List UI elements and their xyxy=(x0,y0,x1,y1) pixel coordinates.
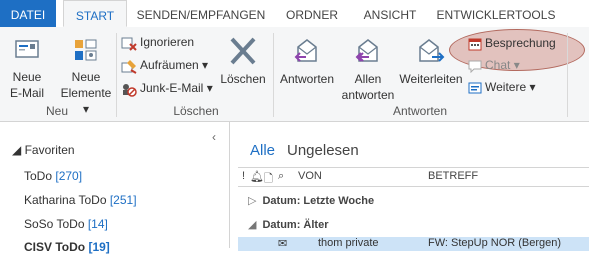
chevron-down-icon: ▾ xyxy=(513,58,520,72)
delete-button[interactable]: Löschen xyxy=(218,37,268,87)
message-list: Alle Ungelesen ! 🔔︎ 🗋 ⌕ VON BETREFF ▷ Dat… xyxy=(229,122,589,251)
more-icon xyxy=(468,82,482,94)
cleanup-button[interactable]: Aufräumen ▾ xyxy=(121,55,208,75)
column-from[interactable]: VON xyxy=(298,170,322,182)
junk-email-button[interactable]: Junk-E-Mail ▾ xyxy=(121,78,213,98)
group-divider xyxy=(273,33,274,117)
reminder-col-icon[interactable]: 🔔︎ xyxy=(250,170,264,183)
group-label-neu: Neu xyxy=(45,104,68,118)
doc-col-icon[interactable]: 🗋 xyxy=(264,170,273,189)
new-email-label-1: Neue xyxy=(12,70,42,84)
meeting-label: Besprechung xyxy=(485,36,556,50)
new-items-icon xyxy=(75,39,97,61)
tab-send-receive[interactable]: SENDEN/EMPFANGEN xyxy=(133,0,269,27)
tab-file[interactable]: DATEI xyxy=(0,0,56,27)
group-header-older[interactable]: ◢ Datum: Älter xyxy=(248,218,328,231)
group-label-loeschen: Löschen xyxy=(173,104,219,118)
filter-all[interactable]: Alle xyxy=(250,142,275,159)
reply-icon xyxy=(294,39,317,62)
table-row[interactable]: ✉ thom private FW: StepUp NOR (Bergen) xyxy=(238,237,589,251)
forward-label: Weiterleiten xyxy=(399,72,463,86)
chevron-down-icon: ▾ xyxy=(529,80,536,94)
importance-col-icon[interactable]: ! xyxy=(242,170,245,182)
reply-button[interactable]: Antworten xyxy=(277,37,337,87)
ignore-icon xyxy=(121,37,137,51)
folder-item-todo[interactable]: ToDo [270] xyxy=(24,169,82,183)
favorites-header[interactable]: ◢ Favoriten xyxy=(12,143,75,157)
ribbon-tab-bar: DATEI START SENDEN/EMPFANGEN ORDNER ANSI… xyxy=(0,0,589,28)
group-divider xyxy=(116,33,117,117)
delete-label: Löschen xyxy=(220,72,266,86)
new-items-label-1: Neue xyxy=(71,70,101,84)
expand-triangle-icon: ◢ xyxy=(12,143,22,157)
ribbon: Neue E-Mail Neue Elemente ▾ Neu Ignorier… xyxy=(0,27,589,122)
calendar-icon xyxy=(468,38,482,51)
more-label: Weitere xyxy=(485,80,527,94)
more-button[interactable]: Weitere ▾ xyxy=(468,77,536,97)
new-email-button[interactable]: Neue E-Mail xyxy=(6,37,48,101)
delete-x-icon xyxy=(230,37,256,65)
tab-view[interactable]: ANSICHT xyxy=(355,0,425,27)
filter-unread[interactable]: Ungelesen xyxy=(287,142,359,159)
reply-all-label-1: Allen xyxy=(354,72,382,86)
group-header-last-week[interactable]: ▷ Datum: Letzte Woche xyxy=(248,194,374,207)
junk-label: Junk-E-Mail xyxy=(140,81,204,95)
chat-label: Chat xyxy=(485,58,511,72)
favorites-label: Favoriten xyxy=(24,143,75,157)
meeting-button[interactable]: Besprechung xyxy=(468,33,556,53)
expand-arrow-icon: ▷ xyxy=(248,195,257,207)
envelope-icon: ✉ xyxy=(278,238,288,250)
chevron-down-icon: ▾ xyxy=(206,81,213,95)
cleanup-icon xyxy=(121,59,137,74)
row-subject: FW: StepUp NOR (Bergen) xyxy=(428,237,562,249)
envelope-icon xyxy=(15,40,39,58)
column-header-row: ! 🔔︎ 🗋 ⌕ VON BETREFF xyxy=(238,167,589,187)
folder-item-katharina-todo[interactable]: Katharina ToDo [251] xyxy=(24,193,137,207)
ignore-button[interactable]: Ignorieren xyxy=(121,32,194,52)
folder-item-soso-todo[interactable]: SoSo ToDo [14] xyxy=(24,217,108,231)
new-email-label-2: E-Mail xyxy=(9,86,44,100)
chevron-down-icon: ▾ xyxy=(202,58,209,72)
column-subject[interactable]: BETREFF xyxy=(428,170,478,182)
ignore-label: Ignorieren xyxy=(140,35,195,49)
cleanup-label: Aufräumen xyxy=(140,58,199,72)
collapse-pane-icon[interactable]: ‹ xyxy=(212,130,216,144)
tab-folder[interactable]: ORDNER xyxy=(277,0,347,27)
folder-item-cisv-todo[interactable]: CISV ToDo [19] xyxy=(24,240,110,254)
reply-all-label-2: antworten xyxy=(341,88,395,102)
forward-icon xyxy=(419,39,445,62)
tab-start[interactable]: START xyxy=(63,0,127,27)
junk-icon xyxy=(123,83,137,97)
group-divider xyxy=(567,33,568,117)
attachment-col-icon[interactable]: ⌕ xyxy=(278,170,284,183)
reply-all-icon xyxy=(355,39,378,62)
reply-all-button[interactable]: Allen antworten xyxy=(338,37,398,103)
reply-label: Antworten xyxy=(279,72,335,86)
chat-button[interactable]: Chat ▾ xyxy=(468,55,520,75)
row-from: thom private xyxy=(318,237,379,249)
chat-icon xyxy=(468,60,482,74)
collapse-arrow-icon: ◢ xyxy=(248,219,257,231)
group-label-antworten: Antworten xyxy=(392,104,448,118)
tab-developer-tools[interactable]: ENTWICKLERTOOLS xyxy=(433,0,559,27)
